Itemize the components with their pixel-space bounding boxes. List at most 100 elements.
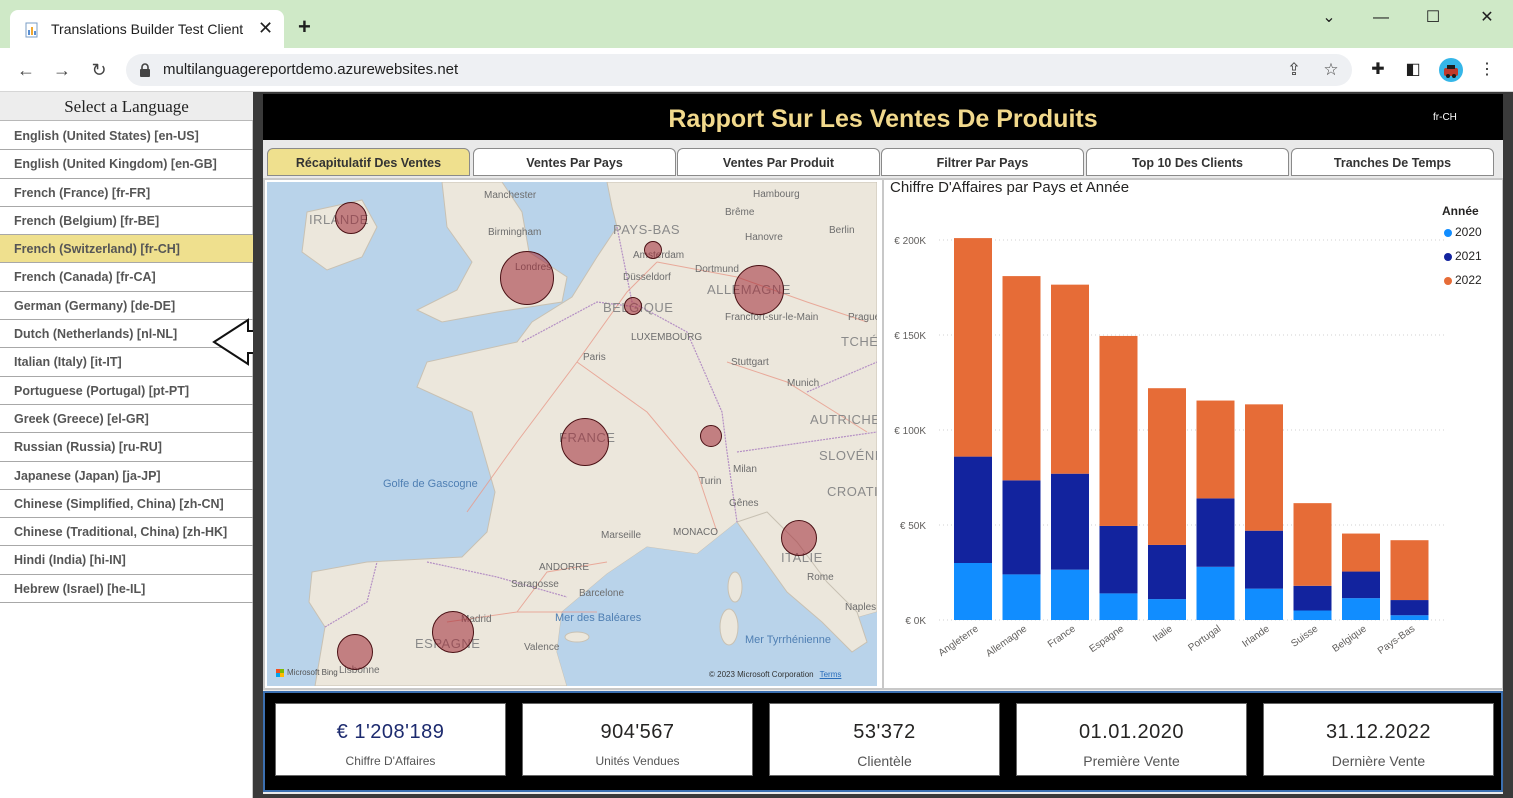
- map-bubble[interactable]: [500, 251, 554, 305]
- bar-segment[interactable]: [1099, 335, 1138, 526]
- bar-segment[interactable]: [1390, 615, 1429, 620]
- bar-segment[interactable]: [1342, 571, 1380, 599]
- map-city-label: Brême: [725, 207, 755, 218]
- language-item[interactable]: French (Belgium) [fr-BE]: [0, 207, 253, 236]
- back-icon[interactable]: ←: [14, 58, 38, 82]
- language-item[interactable]: Greek (Greece) [el-GR]: [0, 405, 253, 434]
- bar-segment[interactable]: [1051, 473, 1089, 570]
- revenue-chart[interactable]: Chiffre D'Affaires par Pays et Année Ann…: [882, 179, 1502, 688]
- map-city-label: Dortmund: [695, 264, 739, 275]
- bar-segment[interactable]: [1148, 544, 1186, 600]
- language-item[interactable]: Chinese (Traditional, China) [zh-HK]: [0, 518, 253, 547]
- language-item[interactable]: English (United States) [en-US]: [0, 122, 253, 151]
- address-bar[interactable]: multilanguagereportdemo.azurewebsites.ne…: [126, 54, 1352, 86]
- bar-segment[interactable]: [1099, 593, 1138, 620]
- forward-icon[interactable]: →: [50, 58, 74, 82]
- bar-segment[interactable]: [1196, 498, 1235, 567]
- bar-segment[interactable]: [1293, 610, 1332, 621]
- report-tab[interactable]: Tranches De Temps: [1291, 148, 1494, 176]
- x-tick-label: Portugal: [1186, 623, 1223, 653]
- browser-tab[interactable]: Translations Builder Test Client ✕: [10, 10, 284, 48]
- reload-icon[interactable]: ↻: [87, 58, 111, 82]
- report-tab[interactable]: Top 10 Des Clients: [1086, 148, 1289, 176]
- language-item[interactable]: French (Switzerland) [fr-CH]: [0, 235, 253, 264]
- minimize-icon[interactable]: —: [1366, 8, 1396, 28]
- bar-segment[interactable]: [1051, 284, 1089, 474]
- map-bubble[interactable]: [781, 520, 817, 556]
- kpi-value: 53'372: [853, 721, 916, 743]
- bar-segment[interactable]: [1342, 598, 1380, 620]
- bar-segment[interactable]: [1051, 569, 1089, 620]
- bar-segment[interactable]: [1293, 503, 1332, 586]
- bar-segment[interactable]: [1196, 400, 1235, 499]
- language-item[interactable]: Portuguese (Portugal) [pt-PT]: [0, 377, 253, 405]
- language-item[interactable]: Hebrew (Israel) [he-IL]: [0, 575, 253, 604]
- report-tab[interactable]: Ventes Par Produit: [677, 148, 880, 176]
- x-tick-label: Espagne: [1088, 623, 1127, 655]
- language-item[interactable]: Japanese (Japan) [ja-JP]: [0, 462, 253, 490]
- profile-avatar[interactable]: [1439, 58, 1463, 82]
- bar-segment[interactable]: [1002, 574, 1041, 620]
- map-city-label: Hambourg: [753, 189, 800, 200]
- tab-search-chevron-icon[interactable]: ⌄: [1314, 8, 1344, 28]
- bar-segment[interactable]: [1196, 566, 1235, 620]
- bing-logo: Microsoft Bing: [276, 668, 338, 677]
- report-tab[interactable]: Filtrer Par Pays: [881, 148, 1084, 176]
- language-item[interactable]: French (Canada) [fr-CA]: [0, 263, 253, 292]
- extensions-icon[interactable]: ✚: [1367, 59, 1389, 81]
- bar-segment[interactable]: [1148, 388, 1186, 545]
- close-window-icon[interactable]: ✕: [1472, 8, 1502, 28]
- language-item[interactable]: French (France) [fr-FR]: [0, 179, 253, 207]
- language-item[interactable]: German (Germany) [de-DE]: [0, 292, 253, 321]
- report-tab[interactable]: Récapitulatif Des Ventes: [267, 148, 470, 176]
- map-city-label: Saragosse: [511, 579, 559, 590]
- map-bubble[interactable]: [734, 265, 784, 315]
- map-bubble[interactable]: [624, 297, 642, 315]
- map-bubble[interactable]: [644, 241, 662, 259]
- x-tick-label: Belgique: [1331, 623, 1370, 655]
- share-icon[interactable]: ⇪: [1284, 60, 1304, 80]
- bar-segment[interactable]: [954, 563, 992, 620]
- map-bubble[interactable]: [561, 418, 609, 466]
- bar-segment[interactable]: [1002, 480, 1041, 575]
- report-tab[interactable]: Ventes Par Pays: [473, 148, 676, 176]
- bar-segment[interactable]: [1293, 585, 1332, 611]
- map-city-label: Paris: [583, 352, 606, 363]
- kpi-card: 904'567 Unités Vendues: [522, 703, 753, 776]
- bar-segment[interactable]: [1390, 600, 1429, 616]
- bar-segment[interactable]: [1342, 533, 1380, 572]
- bar-segment[interactable]: [1099, 525, 1138, 594]
- menu-kebab-icon[interactable]: ⋮: [1476, 59, 1498, 81]
- map-terms-link[interactable]: Terms: [820, 670, 842, 679]
- kpi-card: 53'372 Clientèle: [769, 703, 1000, 776]
- bar-segment[interactable]: [1390, 540, 1429, 601]
- map-city-label: Barcelone: [579, 588, 625, 599]
- language-item[interactable]: Russian (Russia) [ru-RU]: [0, 433, 253, 462]
- map-bubble[interactable]: [700, 425, 722, 447]
- kpi-value: 31.12.2022: [1325, 721, 1432, 743]
- bar-segment[interactable]: [1002, 276, 1041, 481]
- bar-segment[interactable]: [1245, 530, 1283, 589]
- new-tab-icon[interactable]: +: [298, 16, 311, 38]
- map-bubble[interactable]: [337, 634, 373, 670]
- map-bubble[interactable]: [335, 202, 367, 234]
- side-panel-icon[interactable]: ◧: [1402, 59, 1424, 81]
- bar-segment[interactable]: [954, 238, 992, 457]
- sales-map[interactable]: IRLANDEPAYS-BASBELGIQUEALLEMAGNEFRANCEIT…: [267, 182, 877, 686]
- language-item[interactable]: English (United Kingdom) [en-GB]: [0, 150, 253, 179]
- kpi-value: 01.01.2020: [1078, 721, 1185, 743]
- map-bubble[interactable]: [432, 611, 474, 653]
- bar-segment[interactable]: [1245, 404, 1283, 531]
- map-city-label: ANDORRE: [539, 562, 590, 573]
- language-item[interactable]: Hindi (India) [hi-IN]: [0, 546, 253, 575]
- kpi-label: Dernière Vente: [1331, 753, 1426, 769]
- visual-area: IRLANDEPAYS-BASBELGIQUEALLEMAGNEFRANCEIT…: [263, 178, 1503, 690]
- kpi-card: 31.12.2022 Dernière Vente: [1263, 703, 1494, 776]
- close-tab-icon[interactable]: ✕: [258, 18, 273, 38]
- maximize-icon[interactable]: ☐: [1418, 8, 1448, 28]
- language-item[interactable]: Chinese (Simplified, China) [zh-CN]: [0, 490, 253, 519]
- bar-segment[interactable]: [1148, 599, 1186, 620]
- bookmark-star-icon[interactable]: ☆: [1321, 60, 1341, 80]
- bar-segment[interactable]: [1245, 588, 1283, 620]
- bar-segment[interactable]: [954, 456, 992, 563]
